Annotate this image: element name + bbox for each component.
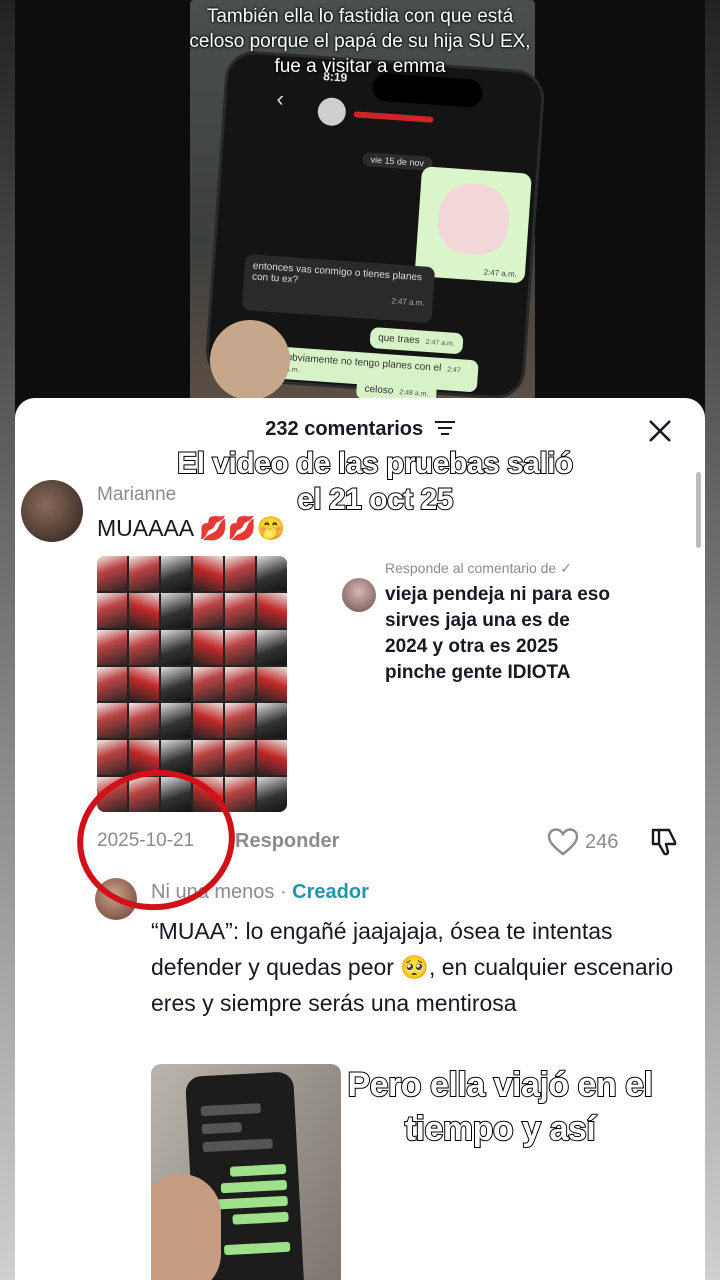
- comment-text: MUAAAA 💋💋🤭: [97, 515, 286, 541]
- redacted-contact-name: [353, 111, 434, 123]
- comments-header: 232 comentarios: [15, 418, 705, 441]
- creator-badge: Creador: [292, 881, 369, 903]
- comments-sheet: 232 comentarios Marianne MUAAAA 💋💋🤭 Resp…: [15, 398, 705, 1280]
- hand: [151, 1174, 221, 1280]
- heart-icon[interactable]: [548, 828, 578, 856]
- outgoing-text: obviamente no tengo planes con el: [286, 352, 442, 374]
- video-caption: También ella lo fastidia con que está ce…: [189, 6, 531, 77]
- chat-line: [202, 1138, 273, 1153]
- outgoing-message: que traes 2:47 a.m.: [369, 326, 464, 355]
- back-chevron-icon: ‹: [275, 85, 285, 112]
- chat-line: [215, 1195, 288, 1210]
- outgoing-text: que traes: [377, 332, 421, 347]
- sticker-message: 2:47 a.m.: [414, 166, 532, 284]
- reply-header: Responde al comentario de ✓: [385, 560, 572, 576]
- right-edge: [705, 0, 720, 1280]
- close-icon[interactable]: [645, 416, 675, 446]
- comment-text: “MUAA”: lo engañé jaajajaja, ósea te int…: [151, 918, 674, 1016]
- filter-icon[interactable]: [434, 420, 455, 435]
- incoming-message: entonces vas conmigo o tienes planes con…: [241, 254, 436, 324]
- outgoing-time: 2:48 a.m.: [399, 389, 429, 399]
- overlay-text-top: El video de las pruebas salió el 21 oct …: [176, 446, 574, 517]
- comment-image[interactable]: [97, 556, 287, 812]
- reply-body: vieja pendeja ni para eso sirves jaja un…: [385, 584, 610, 683]
- chat-line: [223, 1241, 291, 1256]
- chat-line: [200, 1103, 262, 1117]
- incoming-text: entonces vas conmigo o tienes planes con…: [251, 260, 423, 286]
- hamster-sticker: [436, 181, 512, 257]
- reply-button[interactable]: Responder: [235, 830, 339, 853]
- avatar[interactable]: [21, 480, 83, 542]
- chat-line: [220, 1179, 288, 1194]
- chat-line: [232, 1211, 289, 1225]
- chat-line: [229, 1163, 287, 1177]
- dislike-icon[interactable]: [649, 826, 681, 858]
- sticker-time: 2:47 a.m.: [483, 267, 518, 280]
- comment-image[interactable]: [151, 1064, 341, 1280]
- outgoing-time: 2:47 a.m.: [425, 338, 456, 348]
- chat-line: [201, 1122, 243, 1135]
- outgoing-text: celoso: [364, 383, 394, 397]
- reply-reference-card: Responde al comentario de ✓ vieja pendej…: [330, 544, 620, 736]
- overlay-text-bottom: Pero ella viajó en el tiempo y así: [346, 1065, 654, 1149]
- incoming-time: 2:47 a.m.: [391, 296, 425, 308]
- thumb-in-video: [210, 320, 290, 400]
- contact-avatar: [316, 96, 347, 127]
- comment-count: 232 comentarios: [265, 418, 424, 440]
- scrollbar[interactable]: [696, 472, 701, 548]
- video-player[interactable]: 8:19 ‹ vie 15 de nov 2:47 a.m. entonces …: [15, 0, 705, 410]
- like-count: 246: [585, 831, 619, 853]
- chat-date: vie 15 de nov: [362, 151, 433, 171]
- left-edge: [0, 0, 15, 1280]
- reply-avatar: [342, 578, 376, 612]
